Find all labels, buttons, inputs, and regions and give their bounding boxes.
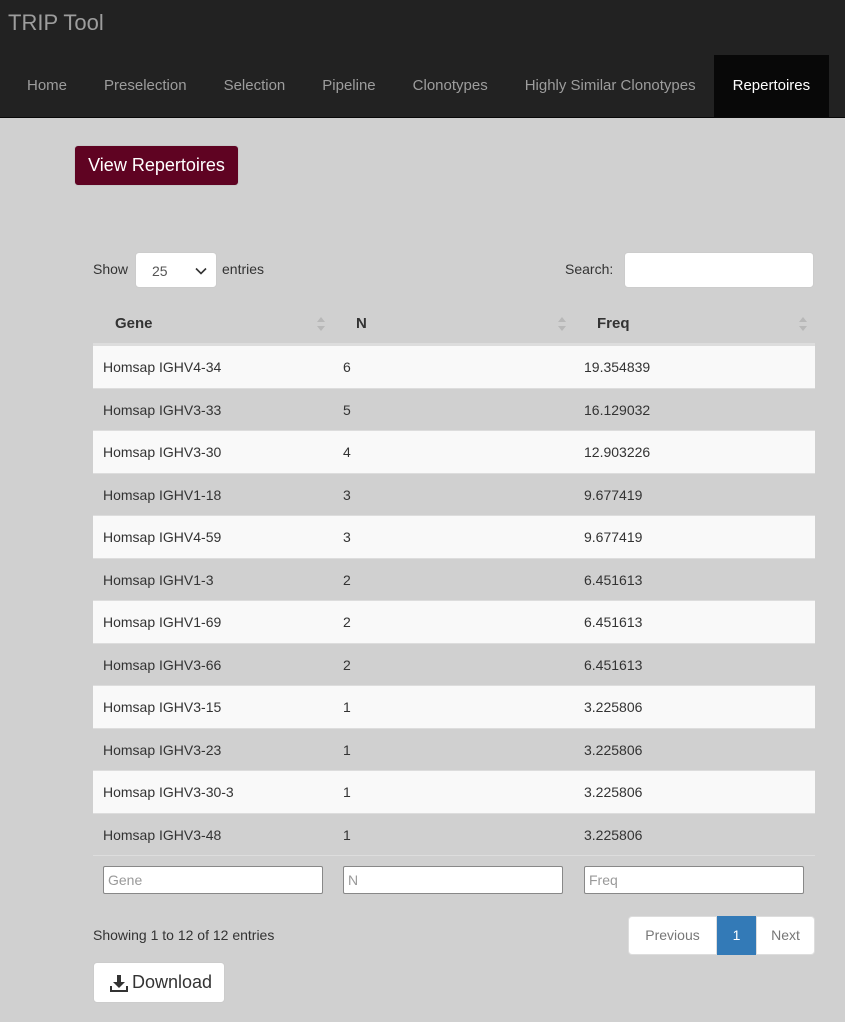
nav-item-selection[interactable]: Selection [205, 55, 304, 117]
cell-freq: 3.225806 [584, 826, 643, 843]
cell-freq: 9.677419 [584, 529, 643, 545]
table-row: Homsap IGHV4-59 3 9.677419 [93, 515, 815, 558]
column-header-freq[interactable]: Freq [597, 303, 630, 345]
cell-n: 2 [343, 614, 351, 630]
cell-gene: Homsap IGHV3-30-3 [103, 784, 234, 800]
cell-n: 5 [343, 401, 351, 418]
table-row: Homsap IGHV3-15 1 3.225806 [93, 685, 815, 728]
show-label: Show [93, 261, 129, 277]
cell-n: 1 [343, 699, 351, 715]
cell-gene: Homsap IGHV3-15 [103, 699, 222, 715]
table-row: Homsap IGHV4-34 6 19.354839 [93, 345, 815, 388]
table-row: Homsap IGHV3-30-3 1 3.225806 [93, 770, 815, 813]
cell-gene: Homsap IGHV3-48 [103, 826, 222, 843]
next-page-button[interactable]: Next [756, 916, 815, 955]
cell-gene: Homsap IGHV1-18 [103, 486, 222, 503]
sort-icon [558, 317, 566, 331]
nav-item-repertoires[interactable]: Repertoires [714, 55, 829, 117]
nav-menu: Home Preselection Selection Pipeline Clo… [0, 55, 845, 117]
view-repertoires-button[interactable]: View Repertoires [74, 145, 239, 186]
table-filter-row: Gene N Freq [93, 855, 815, 907]
n-filter-input[interactable]: N [343, 866, 563, 894]
nav-item-clonotypes[interactable]: Clonotypes [394, 55, 506, 117]
app-title[interactable]: TRIP Tool [8, 10, 104, 36]
cell-n: 3 [343, 486, 351, 503]
table-info: Showing 1 to 12 of 12 entries [93, 927, 275, 943]
pagination: Previous 1 Next [628, 916, 815, 955]
cell-gene: Homsap IGHV3-66 [103, 656, 222, 673]
table-row: Homsap IGHV1-69 2 6.451613 [93, 600, 815, 643]
column-header-n[interactable]: N [356, 303, 367, 345]
table-row: Homsap IGHV1-3 2 6.451613 [93, 557, 815, 600]
entries-per-page-select[interactable]: 25 [135, 252, 217, 288]
cell-n: 4 [343, 444, 351, 460]
cell-n: 2 [343, 571, 351, 588]
cell-freq: 16.129032 [584, 401, 651, 418]
column-header-gene[interactable]: Gene [115, 303, 153, 345]
cell-freq: 19.354839 [584, 359, 651, 375]
cell-freq: 12.903226 [584, 444, 651, 460]
nav-item-pipeline[interactable]: Pipeline [304, 55, 394, 117]
search-input[interactable] [624, 252, 814, 288]
cell-n: 2 [343, 656, 351, 673]
cell-n: 1 [343, 826, 351, 843]
nav-item-preselection[interactable]: Preselection [86, 55, 206, 117]
page-1-button[interactable]: 1 [717, 916, 756, 955]
table-row: Homsap IGHV3-23 1 3.225806 [93, 727, 815, 770]
cell-gene: Homsap IGHV1-69 [103, 614, 222, 630]
cell-freq: 6.451613 [584, 656, 643, 673]
gene-filter-input[interactable]: Gene [103, 866, 323, 894]
table-row: Homsap IGHV3-48 1 3.225806 [93, 812, 815, 855]
cell-gene: Homsap IGHV4-34 [103, 359, 222, 375]
cell-n: 3 [343, 529, 351, 545]
cell-gene: Homsap IGHV4-59 [103, 529, 222, 545]
navbar: TRIP Tool Home Preselection Selection Pi… [0, 0, 845, 118]
freq-filter-input[interactable]: Freq [584, 866, 804, 894]
nav-item-more[interactable]: M [829, 55, 845, 117]
table-row: Homsap IGHV3-30 4 12.903226 [93, 430, 815, 473]
download-icon [110, 975, 128, 992]
download-button[interactable]: Download [93, 962, 225, 1003]
search-label: Search: [565, 261, 614, 277]
repertoire-table: Gene N Freq Homsap IGHV4-34 6 19.354839 … [93, 303, 815, 907]
table-row: Homsap IGHV1-18 3 9.677419 [93, 472, 815, 515]
cell-freq: 3.225806 [584, 741, 643, 758]
previous-page-button[interactable]: Previous [628, 916, 717, 955]
cell-freq: 3.225806 [584, 699, 643, 715]
cell-gene: Homsap IGHV3-23 [103, 741, 222, 758]
cell-gene: Homsap IGHV3-33 [103, 401, 222, 418]
table-row: Homsap IGHV3-66 2 6.451613 [93, 642, 815, 685]
sort-icon [317, 317, 325, 331]
cell-gene: Homsap IGHV1-3 [103, 571, 214, 588]
nav-item-home[interactable]: Home [0, 55, 86, 117]
cell-freq: 3.225806 [584, 784, 643, 800]
cell-gene: Homsap IGHV3-30 [103, 444, 222, 460]
cell-n: 1 [343, 784, 351, 800]
entries-per-page-value: 25 [152, 263, 168, 279]
cell-n: 1 [343, 741, 351, 758]
entries-label: entries [222, 261, 265, 277]
cell-freq: 6.451613 [584, 614, 643, 630]
table-header: Gene N Freq [93, 303, 815, 345]
table-row: Homsap IGHV3-33 5 16.129032 [93, 387, 815, 430]
sort-icon [799, 317, 807, 331]
cell-n: 6 [343, 359, 351, 375]
cell-freq: 9.677419 [584, 486, 643, 503]
download-label: Download [132, 972, 213, 992]
chevron-down-icon [195, 267, 207, 275]
nav-item-highly-similar-clonotypes[interactable]: Highly Similar Clonotypes [506, 55, 714, 117]
cell-freq: 6.451613 [584, 571, 643, 588]
